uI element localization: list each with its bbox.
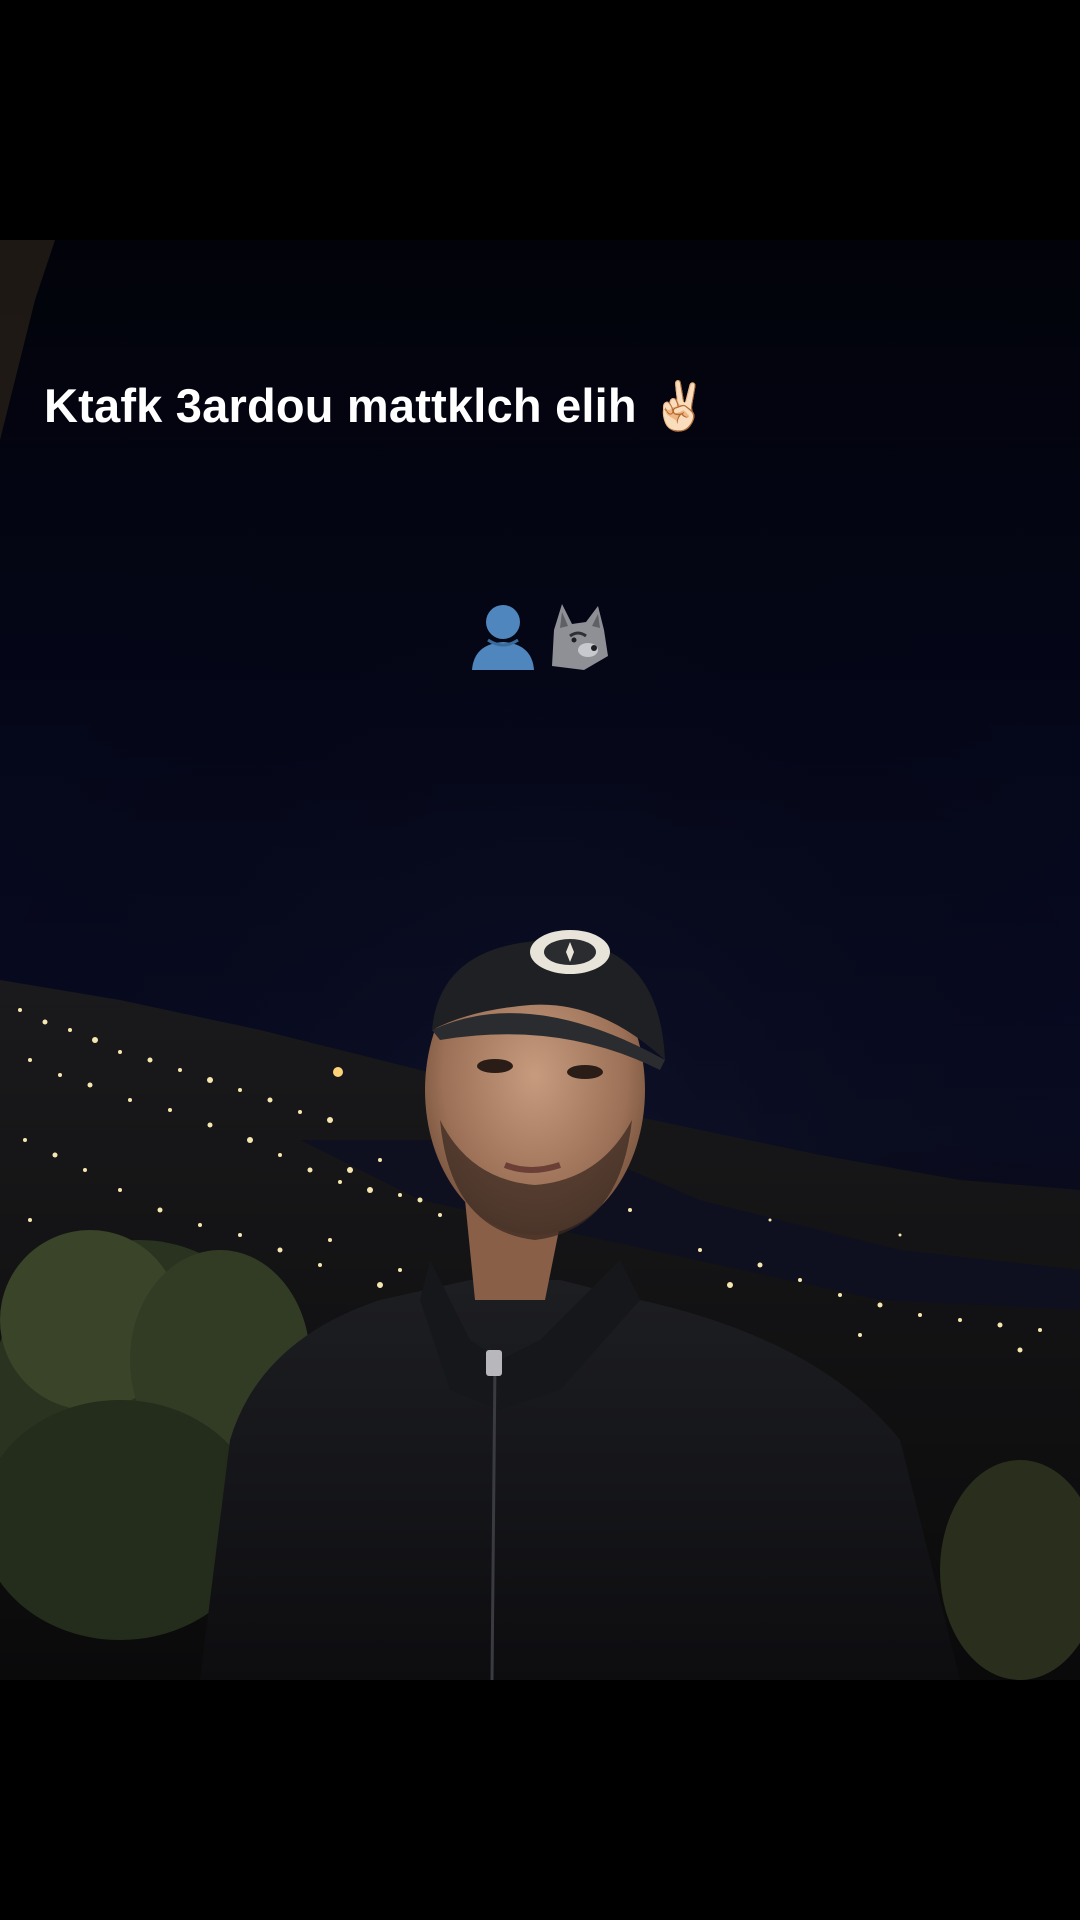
wolf-icon xyxy=(544,600,612,677)
right-eye xyxy=(567,1065,603,1079)
bust-silhouette-icon xyxy=(468,600,538,677)
zipper-pull xyxy=(486,1350,502,1376)
story-frame: Ktafk 3ardou mattklch elih ✌🏻 xyxy=(0,0,1080,1920)
night-selfie-scene xyxy=(0,240,1080,1680)
selfie-photo xyxy=(0,240,1080,1680)
left-eye xyxy=(477,1059,513,1073)
tower-light xyxy=(333,1067,343,1077)
story-caption: Ktafk 3ardou mattklch elih ✌🏻 xyxy=(44,379,709,432)
sticker-row xyxy=(468,600,612,677)
